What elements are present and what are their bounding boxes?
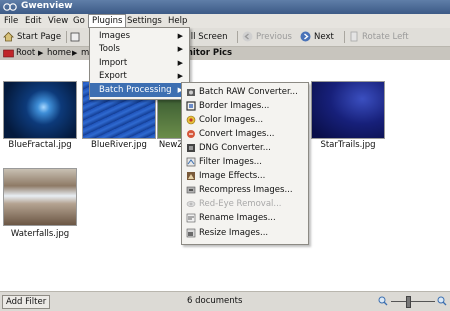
batch-menu-item-raw-converter[interactable]: Batch RAW Converter... xyxy=(182,85,308,99)
zoom-slider-handle[interactable] xyxy=(406,296,411,308)
plugins-menu-item-batch-processing[interactable]: Batch Processing▶ xyxy=(90,83,189,97)
previous-button[interactable]: Previous xyxy=(242,30,292,44)
batch-menu-item-border[interactable]: Border Images... xyxy=(182,99,308,113)
filter-icon xyxy=(186,157,196,167)
rotate-left-label: Rotate Left xyxy=(362,32,409,42)
menu-item-label: Red-Eye Removal... xyxy=(199,199,282,209)
thumbnail-caption: BlueFractal.jpg xyxy=(8,140,72,150)
color-icon xyxy=(186,115,196,125)
batch-menu-item-color[interactable]: Color Images... xyxy=(182,113,308,127)
menu-item-label: Filter Images... xyxy=(199,157,262,167)
submenu-arrow-icon: ▶ xyxy=(177,45,183,53)
next-button[interactable]: Next xyxy=(300,30,334,44)
rename-icon xyxy=(186,213,196,223)
partial-toolbar-button[interactable] xyxy=(70,30,83,44)
menu-item-label: Import xyxy=(99,58,128,68)
view-icon xyxy=(70,32,80,41)
batch-menu-item-redeye[interactable]: Red-Eye Removal... xyxy=(182,197,308,211)
rotate-left-icon xyxy=(350,31,358,42)
submenu-arrow-icon: ▶ xyxy=(177,59,183,67)
menu-bar: File Edit View Go Plugins Settings Help xyxy=(0,14,450,28)
effects-icon xyxy=(187,172,195,180)
drive-icon xyxy=(3,49,14,58)
thumbnail-bluefractal[interactable] xyxy=(3,81,77,139)
breadcrumb-separator-icon: ▶ xyxy=(38,49,44,57)
thumbnail-caption: StarTrails.jpg xyxy=(320,140,376,150)
start-page-label: Start Page xyxy=(17,32,62,42)
menu-item-label: Rename Images... xyxy=(199,213,276,223)
menu-item-label: Recompress Images... xyxy=(199,185,293,195)
dng-icon xyxy=(187,144,195,152)
batch-menu-item-filter[interactable]: Filter Images... xyxy=(182,155,308,169)
zoom-out-icon[interactable] xyxy=(378,296,388,306)
batch-menu-item-rename[interactable]: Rename Images... xyxy=(182,211,308,225)
title-bar: Gwenview xyxy=(0,0,450,14)
thumbnail-caption: Waterfalls.jpg xyxy=(10,229,70,239)
menu-item-label: Batch Processing xyxy=(99,85,172,95)
batch-menu-item-convert[interactable]: Convert Images... xyxy=(182,127,308,141)
document-count: 6 documents xyxy=(187,296,243,306)
recompress-icon xyxy=(186,186,196,194)
border-icon xyxy=(186,101,196,111)
plugins-menu-item-import[interactable]: Import ▶ xyxy=(90,56,189,70)
menu-item-label: Images xyxy=(99,31,131,41)
arrow-left-icon xyxy=(242,31,253,42)
start-page-button[interactable]: Start Page xyxy=(3,30,61,44)
home-icon xyxy=(3,31,14,42)
menu-item-label: Tools xyxy=(99,44,120,54)
next-label: Next xyxy=(314,32,334,42)
menu-item-label: Image Effects... xyxy=(199,171,266,181)
submenu-arrow-icon: ▶ xyxy=(177,72,183,80)
zoom-in-icon[interactable] xyxy=(437,296,447,306)
menu-item-label: Resize Images... xyxy=(199,228,269,238)
toolbar: Start Page Full Screen Previous Next Rot… xyxy=(0,28,450,47)
status-bar: Add Filter 6 documents xyxy=(0,291,450,311)
batch-processing-submenu: Batch RAW Converter... Border Images... … xyxy=(181,82,309,245)
breadcrumb-root[interactable]: Root xyxy=(16,47,35,60)
batch-menu-item-resize[interactable]: Resize Images... xyxy=(182,226,308,240)
batch-menu-item-dng[interactable]: DNG Converter... xyxy=(182,141,308,155)
plugins-menu-item-images[interactable]: Images ▶ xyxy=(90,29,189,43)
menu-settings[interactable]: Settings xyxy=(124,15,165,27)
batch-menu-item-effects[interactable]: Image Effects... xyxy=(182,169,308,183)
add-filter-button[interactable]: Add Filter xyxy=(2,295,51,309)
submenu-arrow-icon: ▶ xyxy=(177,32,183,40)
convert-icon xyxy=(187,130,195,138)
previous-label: Previous xyxy=(256,32,292,42)
menu-item-label: DNG Converter... xyxy=(199,143,271,153)
resize-icon xyxy=(186,228,196,238)
menu-go[interactable]: Go xyxy=(70,15,88,27)
toolbar-separator xyxy=(66,31,67,43)
rotate-left-button[interactable]: Rotate Left xyxy=(349,30,409,44)
batch-menu-item-recompress[interactable]: Recompress Images... xyxy=(182,183,308,197)
breadcrumb: Root ▶ home ▶ m onitor Pics xyxy=(0,47,450,60)
menu-item-label: Border Images... xyxy=(199,101,270,111)
menu-item-label: Export xyxy=(99,71,127,81)
plugins-menu-item-tools[interactable]: Tools ▶ xyxy=(90,42,189,56)
raw-icon xyxy=(187,89,195,96)
menu-item-label: Convert Images... xyxy=(199,129,275,139)
menu-item-label: Batch RAW Converter... xyxy=(199,87,298,97)
toolbar-separator xyxy=(237,31,238,43)
menu-plugins[interactable]: Plugins xyxy=(88,14,127,28)
menu-help[interactable]: Help xyxy=(165,15,190,27)
breadcrumb-home[interactable]: home xyxy=(47,47,71,60)
arrow-right-icon xyxy=(300,31,311,42)
redeye-icon xyxy=(186,201,196,207)
window-title: Gwenview xyxy=(21,1,73,11)
menu-file[interactable]: File xyxy=(1,15,21,27)
menu-edit[interactable]: Edit xyxy=(22,15,44,27)
app-icon xyxy=(3,3,17,11)
zoom-slider-track[interactable] xyxy=(391,301,435,302)
plugins-menu: Images ▶ Tools ▶ Import ▶ Export ▶ Batch Pro… xyxy=(89,27,190,100)
thumbnail-waterfalls[interactable] xyxy=(3,168,77,226)
plugins-menu-item-export[interactable]: Export ▶ xyxy=(90,69,189,83)
breadcrumb-separator-icon: ▶ xyxy=(72,49,78,57)
menu-item-label: Color Images... xyxy=(199,115,264,125)
menu-view[interactable]: View xyxy=(45,15,71,27)
thumbnail-startrails[interactable] xyxy=(311,81,385,139)
toolbar-separator xyxy=(344,31,345,43)
